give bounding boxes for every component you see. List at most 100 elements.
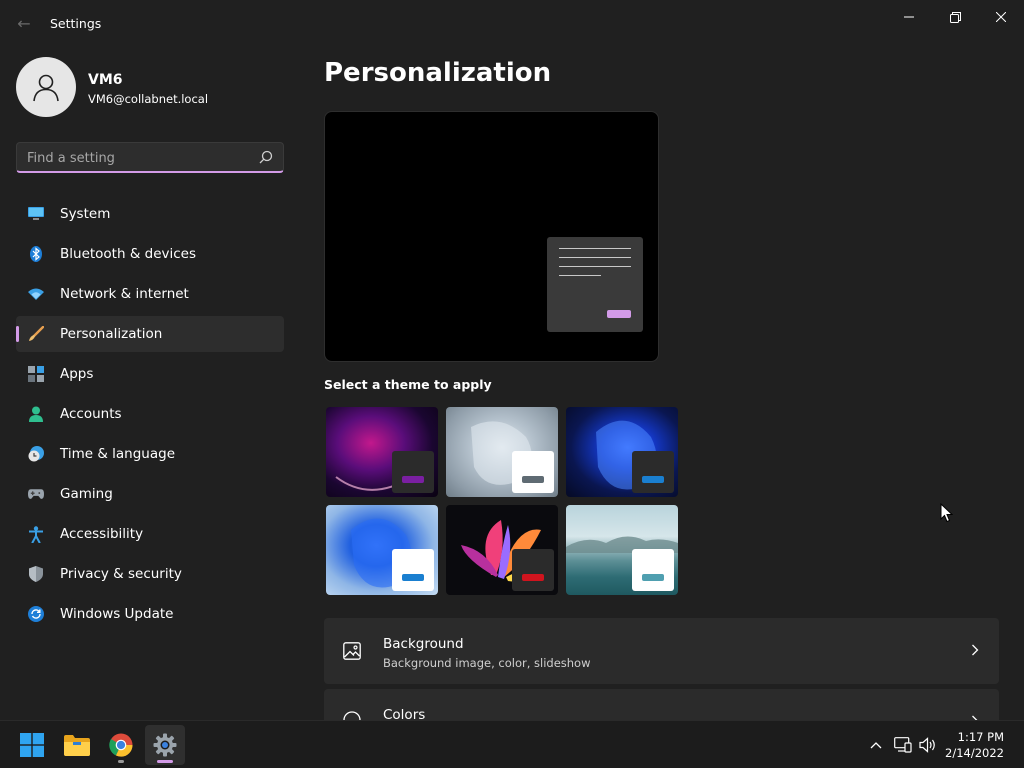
theme-accent [642, 574, 664, 581]
preview-line [559, 275, 601, 276]
sidebar-item-system[interactable]: System [16, 196, 284, 232]
sidebar-item-gaming[interactable]: Gaming [16, 476, 284, 512]
sidebar-item-personalization[interactable]: Personalization [16, 316, 284, 352]
sidebar-item-label: Bluetooth & devices [60, 246, 197, 262]
update-icon [28, 606, 44, 622]
theme-window-preview [392, 451, 434, 493]
page-title: Personalization [324, 58, 552, 88]
colors-setting-card[interactable]: Colors [324, 689, 999, 720]
theme-accent [642, 476, 664, 483]
network-icon [894, 737, 912, 753]
theme-window-preview [512, 549, 554, 591]
sidebar-item-label: Accessibility [60, 526, 144, 542]
sidebar-item-label: Gaming [60, 486, 113, 502]
sidebar-nav: System Bluetooth & devices Network & int… [16, 196, 284, 636]
file-explorer-button[interactable] [57, 725, 97, 765]
theme-thumbnail-4[interactable] [326, 505, 438, 595]
card-title: Colors [383, 707, 426, 720]
volume-button[interactable] [918, 735, 938, 755]
sidebar-item-time-language[interactable]: Time & language [16, 436, 284, 472]
theme-thumbnail-6[interactable] [566, 505, 678, 595]
preview-line [559, 257, 631, 258]
settings-icon [153, 733, 177, 757]
sidebar-item-label: Accounts [60, 406, 122, 422]
sidebar-item-privacy[interactable]: Privacy & security [16, 556, 284, 592]
mouse-cursor-icon [940, 503, 953, 523]
sidebar-item-accounts[interactable]: Accounts [16, 396, 284, 432]
network-status-button[interactable] [893, 735, 913, 755]
theme-window-preview [632, 549, 674, 591]
theme-accent [522, 476, 544, 483]
sidebar-item-label: Time & language [60, 446, 176, 462]
clock-date: 2/14/2022 [945, 746, 1004, 760]
avatar[interactable] [16, 57, 76, 117]
clock-globe-icon [28, 446, 44, 462]
close-icon [996, 12, 1006, 22]
brush-icon [28, 326, 44, 342]
theme-thumbnail-2[interactable] [446, 407, 558, 497]
image-icon [343, 642, 361, 660]
search-box[interactable] [16, 142, 284, 173]
restore-icon [949, 11, 961, 23]
account-name: VM6 [88, 72, 123, 88]
preview-accent-button [607, 310, 631, 318]
title-bar: ← Settings [0, 0, 1024, 44]
clock-time: 1:17 PM [957, 730, 1004, 744]
active-indicator [157, 760, 173, 763]
sidebar-item-label: Network & internet [60, 286, 189, 302]
windows-start-icon [20, 733, 44, 757]
running-indicator [118, 760, 124, 763]
sidebar-item-accessibility[interactable]: Accessibility [16, 516, 284, 552]
theme-window-preview [632, 451, 674, 493]
back-arrow-icon: ← [17, 14, 31, 33]
search-icon[interactable] [259, 150, 273, 164]
minimize-icon [904, 16, 914, 18]
shield-icon [28, 566, 44, 582]
background-setting-card[interactable]: Background Background image, color, slid… [324, 618, 999, 684]
preview-line [559, 248, 631, 249]
show-hidden-icons-button[interactable] [866, 735, 886, 755]
account-email: VM6@collabnet.local [88, 92, 209, 106]
account-icon [28, 406, 44, 422]
card-subtitle: Background image, color, slideshow [383, 656, 591, 670]
theme-accent [522, 574, 544, 581]
start-button[interactable] [12, 725, 52, 765]
wifi-icon [28, 286, 44, 302]
minimize-button[interactable] [886, 6, 932, 28]
sidebar-item-windows-update[interactable]: Windows Update [16, 596, 284, 632]
apps-icon [28, 366, 44, 382]
accessibility-icon [28, 525, 44, 543]
theme-thumbnail-1[interactable] [326, 407, 438, 497]
sidebar-item-apps[interactable]: Apps [16, 356, 284, 392]
sidebar-item-bluetooth[interactable]: Bluetooth & devices [16, 236, 284, 272]
file-explorer-icon [64, 735, 90, 756]
taskbar-clock[interactable]: 1:17 PM 2/14/2022 [945, 729, 1004, 761]
sidebar-item-label: Windows Update [60, 606, 174, 622]
back-button[interactable]: ← [12, 12, 36, 36]
theme-section-label: Select a theme to apply [324, 377, 492, 392]
sidebar-item-network[interactable]: Network & internet [16, 276, 284, 312]
sidebar-item-label: Privacy & security [60, 566, 182, 582]
app-title: Settings [50, 16, 102, 31]
taskbar: 1:17 PM 2/14/2022 [0, 720, 1024, 768]
sidebar-item-label: System [60, 206, 111, 222]
chevron-up-icon [870, 742, 882, 749]
search-input[interactable] [27, 148, 247, 168]
bluetooth-icon [28, 246, 44, 262]
preview-line [559, 266, 631, 267]
restore-button[interactable] [932, 6, 978, 28]
chrome-button[interactable] [101, 725, 141, 765]
close-button[interactable] [978, 6, 1024, 28]
card-title: Background [383, 636, 464, 652]
monitor-icon [28, 206, 44, 222]
theme-accent [402, 476, 424, 483]
chevron-right-icon [972, 644, 979, 656]
sidebar-item-label: Personalization [60, 326, 163, 342]
theme-thumbnail-5[interactable] [446, 505, 558, 595]
settings-button[interactable] [145, 725, 185, 765]
person-icon [33, 74, 59, 102]
chrome-icon [109, 733, 133, 757]
sidebar-item-label: Apps [60, 366, 94, 382]
palette-icon [343, 711, 361, 720]
theme-thumbnail-3[interactable] [566, 407, 678, 497]
